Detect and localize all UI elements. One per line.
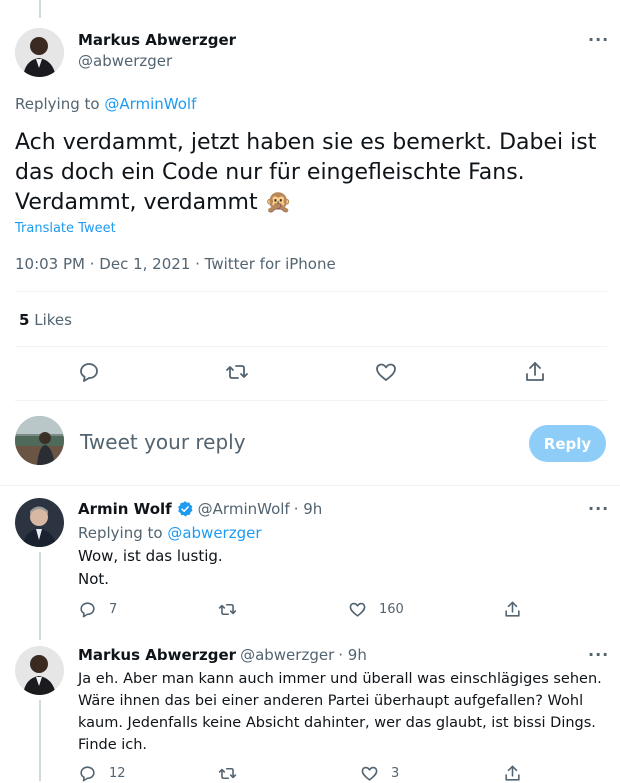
author-handle[interactable]: @abwerzger: [78, 52, 172, 70]
thread-line: [39, 552, 41, 640]
user-avatar[interactable]: [15, 416, 64, 465]
reply-author-handle[interactable]: @abwerzger: [240, 646, 334, 664]
retweet-action[interactable]: [218, 764, 249, 783]
reply-count: 12: [109, 766, 126, 781]
more-options-icon[interactable]: ···: [588, 499, 609, 518]
share-icon[interactable]: [523, 360, 547, 388]
reply-text: Wow, ist das lustig. Not.: [78, 545, 223, 591]
likes-stat[interactable]: 5 Likes: [19, 311, 72, 329]
person-icon: [15, 498, 64, 547]
translate-tweet-link[interactable]: Translate Tweet: [15, 221, 116, 236]
share-action[interactable]: [503, 764, 522, 783]
more-options-icon[interactable]: ···: [588, 30, 609, 49]
reply-text-line: Finde ich.: [78, 737, 148, 753]
like-count: 3: [391, 766, 400, 781]
replying-to-prefix: Replying to: [78, 524, 168, 542]
reply-text-line: Wow, ist das lustig.: [78, 547, 223, 565]
reply-count: 7: [109, 602, 118, 617]
reply-text-line: Ja eh. Aber man kann auch immer und über…: [78, 671, 602, 687]
thread-line: [39, 700, 41, 781]
thread-line-top: [39, 0, 41, 18]
likes-label: Likes: [34, 311, 72, 329]
replying-to-link[interactable]: @abwerzger: [167, 524, 261, 542]
tweet-text-line: Verdammt, verdammt 🙊: [15, 188, 596, 218]
reply-icon[interactable]: [77, 360, 101, 388]
avatar[interactable]: [15, 498, 64, 547]
reply-action[interactable]: 12: [78, 764, 126, 783]
like-icon: [361, 766, 378, 781]
divider: [15, 400, 607, 401]
divider: [15, 291, 607, 292]
monkey-emoji-icon: 🙊: [264, 190, 293, 215]
like-action[interactable]: 160: [348, 600, 404, 619]
retweet-icon: [218, 767, 237, 780]
verified-badge-icon: [177, 501, 193, 517]
replying-to-line: Replying to @abwerzger: [78, 524, 262, 542]
reply-button[interactable]: Reply: [529, 425, 606, 462]
landscape-photo-icon: [15, 416, 64, 465]
tweet-text-line-3: Verdammt, verdammt: [15, 190, 258, 215]
reply-text-line: Not.: [78, 570, 110, 588]
tweet-text: Ach verdammt, jetzt haben sie es bemerkt…: [15, 128, 596, 218]
retweet-icon[interactable]: [225, 360, 249, 388]
retweet-icon: [218, 603, 237, 616]
tweet-timestamp[interactable]: 10:03 PM · Dec 1, 2021 · Twitter for iPh…: [15, 255, 336, 273]
reply-header: Armin Wolf @ArminWolf · 9h: [78, 500, 322, 518]
reply-input[interactable]: Tweet your reply: [80, 430, 246, 454]
replying-to-prefix: Replying to: [15, 95, 105, 113]
tweet-text-line: das doch ein Code nur für eingefleischte…: [15, 160, 525, 185]
replying-to-line: Replying to @ArminWolf: [15, 95, 196, 113]
avatar[interactable]: [15, 646, 64, 695]
retweet-action[interactable]: [218, 600, 249, 619]
like-count: 160: [379, 602, 404, 617]
reply-time[interactable]: · 9h: [338, 646, 367, 664]
reply-text: Ja eh. Aber man kann auch immer und über…: [78, 668, 602, 756]
person-icon: [15, 28, 64, 77]
reply-author-handle[interactable]: @ArminWolf: [198, 500, 290, 518]
reply-time[interactable]: · 9h: [294, 500, 323, 518]
like-icon[interactable]: [374, 360, 398, 388]
reply-text-line: Wäre ihnen das bei einer anderen Partei …: [78, 693, 584, 709]
reply-icon: [80, 766, 95, 782]
replying-to-link[interactable]: @ArminWolf: [104, 95, 196, 113]
like-action[interactable]: 3: [360, 764, 399, 783]
share-action[interactable]: [503, 600, 522, 619]
likes-count: 5: [19, 311, 30, 329]
share-icon: [505, 601, 520, 617]
reply-author-name[interactable]: Armin Wolf: [78, 500, 172, 518]
person-icon: [15, 646, 64, 695]
more-options-icon[interactable]: ···: [588, 645, 609, 664]
avatar[interactable]: [15, 28, 64, 77]
reply-action[interactable]: 7: [78, 600, 117, 619]
reply-icon: [80, 602, 95, 618]
reply-header: Markus Abwerzger @abwerzger · 9h: [78, 646, 367, 664]
reply-text-line: kaum. Jedenfalls keine Absicht dahinter,…: [78, 715, 596, 731]
divider: [15, 346, 607, 347]
reply-author-name[interactable]: Markus Abwerzger: [78, 646, 236, 664]
divider: [0, 485, 620, 486]
author-name[interactable]: Markus Abwerzger: [78, 31, 236, 49]
share-icon: [505, 765, 520, 781]
tweet-text-line: Ach verdammt, jetzt haben sie es bemerkt…: [15, 130, 597, 155]
like-icon: [349, 602, 366, 617]
